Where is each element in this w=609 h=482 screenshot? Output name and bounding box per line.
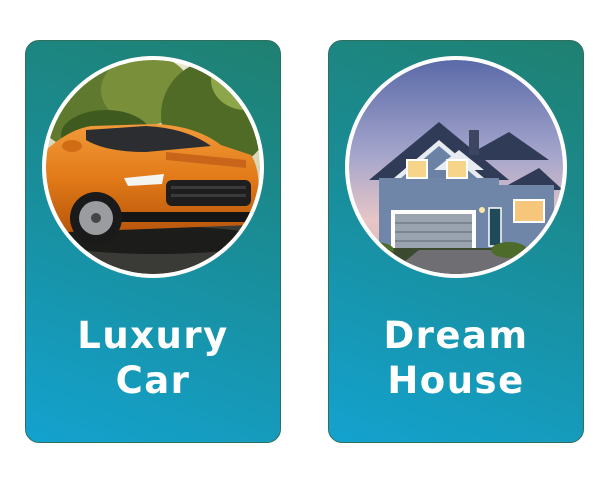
- luxury-car-card[interactable]: Luxury Car: [25, 40, 281, 443]
- dream-house-photo: [345, 56, 567, 278]
- house-image: [349, 60, 563, 274]
- title-line-1: Dream: [383, 314, 529, 357]
- title-line-2: Car: [115, 359, 191, 402]
- dream-house-card[interactable]: Dream House: [328, 40, 584, 443]
- card-title: Luxury Car: [26, 313, 280, 403]
- title-line-2: House: [387, 359, 525, 402]
- luxury-car-photo: [42, 56, 264, 278]
- sports-car-image: [46, 60, 260, 274]
- title-line-1: Luxury: [77, 314, 229, 357]
- card-title: Dream House: [329, 313, 583, 403]
